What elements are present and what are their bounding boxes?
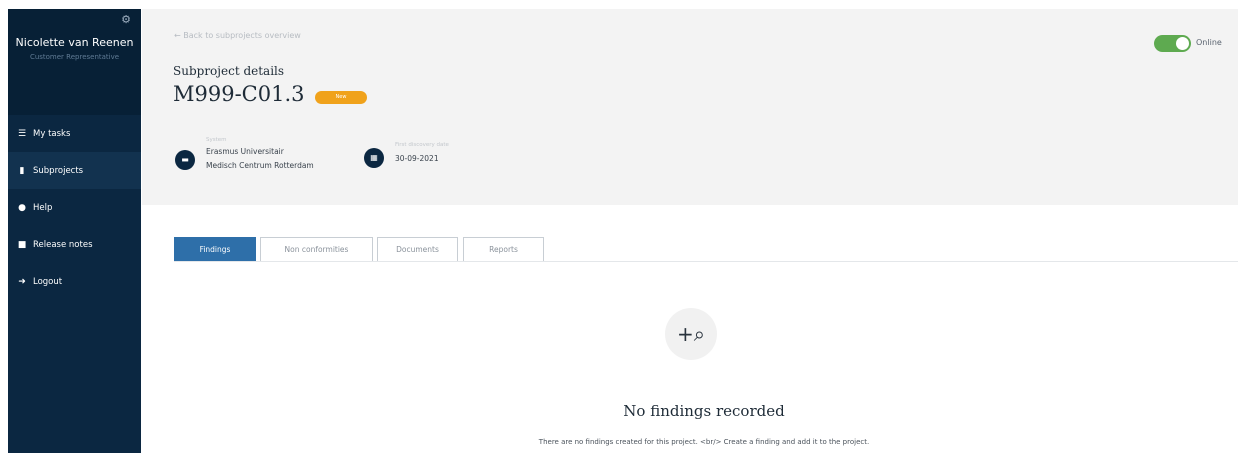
sidebar-item-label: My tasks — [33, 128, 71, 139]
empty-state-title: No findings recorded — [623, 402, 785, 420]
question-icon: ● — [18, 202, 26, 213]
calendar-icon: ▦ — [364, 148, 384, 168]
tab-findings[interactable]: Findings — [174, 237, 256, 261]
sidebar-item-subprojects[interactable]: ▮ Subprojects — [8, 152, 141, 189]
tab-documents[interactable]: Documents — [377, 237, 458, 261]
empty-state-illustration: +⌕ — [665, 308, 717, 360]
sidebar-item-logout[interactable]: ➜ Logout — [8, 263, 141, 300]
sidebar-item-label: Release notes — [33, 239, 93, 250]
user-profile: ⚙ Nicolette van Reenen Customer Represen… — [8, 9, 141, 115]
tab-non-conformities[interactable]: Non conformities — [260, 237, 373, 261]
sidebar-item-label: Logout — [33, 276, 63, 287]
sidebar-item-label: Subprojects — [33, 165, 84, 176]
note-icon: ■ — [17, 239, 27, 250]
add-search-icon: +⌕ — [677, 322, 705, 346]
date-label: First discovery date — [395, 142, 449, 148]
page-subtitle: Subproject details — [173, 64, 285, 78]
tab-divider — [174, 261, 1238, 262]
status-badge: New — [315, 91, 367, 104]
file-icon: ▮ — [19, 165, 25, 176]
page-title: M999-C01.3 — [173, 82, 305, 106]
system-value-line2: Medisch Centrum Rotterdam — [206, 161, 314, 170]
logout-icon: ➜ — [18, 276, 26, 287]
sidebar-item-help[interactable]: ● Help — [8, 189, 141, 226]
date-value: 30-09-2021 — [395, 154, 439, 163]
user-role: Customer Representative — [29, 53, 120, 61]
system-label: System — [206, 137, 227, 143]
sidebar-item-release-notes[interactable]: ■ Release notes — [8, 226, 141, 263]
online-toggle[interactable] — [1154, 35, 1191, 52]
hospital-icon: ▬ — [175, 150, 195, 170]
toggle-knob — [1176, 37, 1189, 50]
sidebar-item-label: Help — [33, 202, 53, 213]
tab-reports[interactable]: Reports — [463, 237, 544, 261]
list-icon: ☰ — [17, 128, 27, 139]
empty-state-description: There are no findings created for this p… — [538, 438, 870, 446]
back-link[interactable]: ← Back to subprojects overview — [174, 31, 301, 40]
online-label: Online — [1196, 38, 1222, 47]
gear-icon[interactable]: ⚙ — [121, 13, 131, 26]
sidebar: ⚙ Nicolette van Reenen Customer Represen… — [8, 9, 141, 453]
system-value-line1: Erasmus Universitair — [206, 147, 284, 156]
sidebar-item-my-tasks[interactable]: ☰ My tasks — [8, 115, 141, 152]
page-header: ← Back to subprojects overview Subprojec… — [142, 9, 1238, 205]
